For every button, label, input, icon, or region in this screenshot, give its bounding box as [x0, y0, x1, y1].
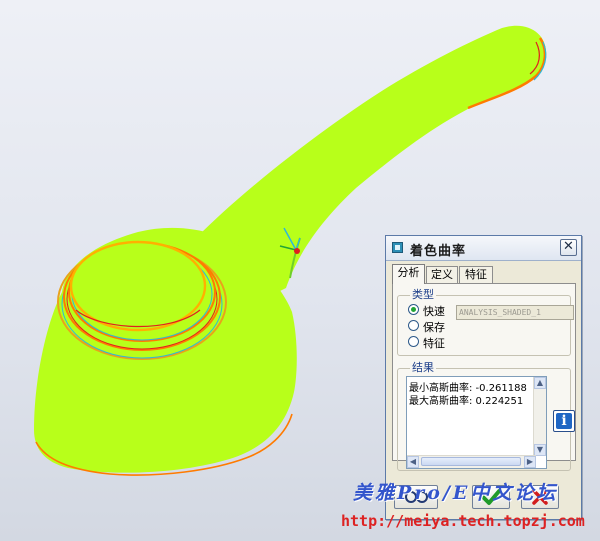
tab-definition[interactable]: 定义 [426, 266, 458, 283]
results-group: 结果 最小高斯曲率: -0.261188 最大高斯曲率: 0.224251 ▲ … [397, 362, 575, 471]
radio-feature-button[interactable] [408, 336, 419, 347]
results-group-label: 结果 [410, 361, 436, 374]
bowl-dome [69, 240, 207, 332]
dialog-titlebar[interactable]: 着色曲率 ✕ [386, 236, 581, 261]
tab-feature[interactable]: 特征 [459, 266, 493, 283]
scroll-left-button[interactable]: ◀ [407, 456, 419, 468]
tab-analysis[interactable]: 分析 [392, 264, 425, 284]
results-vertical-scrollbar[interactable]: ▲ ▼ [533, 377, 546, 456]
results-list[interactable]: 最小高斯曲率: -0.261188 最大高斯曲率: 0.224251 ▲ ▼ ◀… [406, 376, 547, 469]
radio-save-label: 保存 [423, 321, 445, 334]
dialog-title: 着色曲率 [410, 244, 467, 259]
type-group-label: 类型 [410, 288, 436, 301]
info-icon: i [556, 413, 572, 429]
radio-quick-label: 快速 [423, 305, 445, 318]
radio-feature-label: 特征 [423, 337, 445, 350]
horizontal-scroll-thumb[interactable] [421, 457, 521, 466]
dialog-app-icon [392, 242, 403, 253]
analysis-tab-panel: 类型 快速 保存 特征 ANALYSIS_SHADED_1 结果 最小高斯曲率:… [392, 283, 576, 471]
watermark-url[interactable]: http://meiya.tech.topzj.com [341, 512, 585, 530]
results-horizontal-scrollbar[interactable]: ◀ ▶ [407, 455, 536, 468]
scroll-right-button[interactable]: ▶ [524, 456, 536, 468]
analysis-name-field[interactable]: ANALYSIS_SHADED_1 [456, 305, 574, 320]
scroll-up-button[interactable]: ▲ [534, 377, 546, 389]
radio-quick-button[interactable] [408, 304, 419, 315]
close-button[interactable]: ✕ [560, 239, 577, 256]
radio-save-button[interactable] [408, 320, 419, 331]
watermark-forum-title: 美雅Pro/E中文论坛 [353, 482, 559, 504]
result-max-gaussian: 最大高斯曲率: 0.224251 [409, 396, 524, 407]
info-button[interactable]: i [553, 410, 575, 432]
